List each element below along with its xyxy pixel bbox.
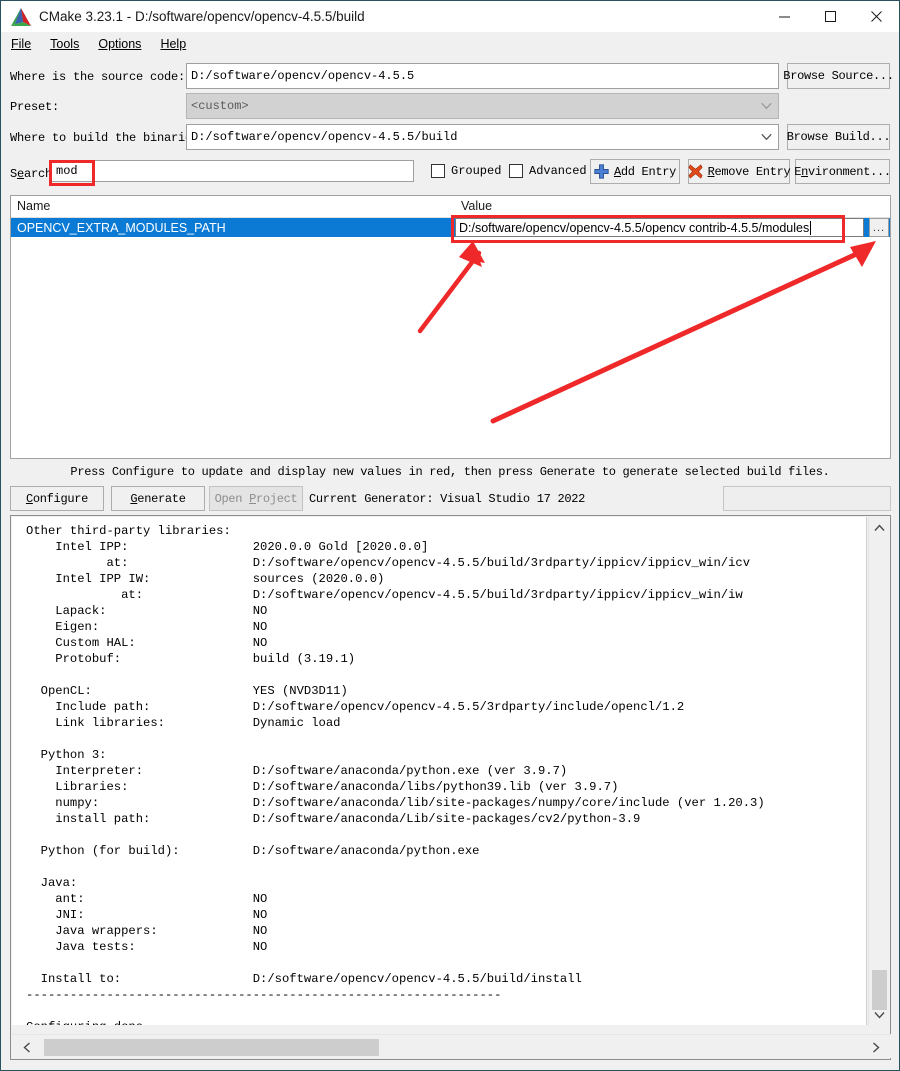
- menu-item-file[interactable]: File: [9, 35, 40, 53]
- browse-build-button[interactable]: Browse Build...: [786, 124, 891, 150]
- cache-entries-table: Name Value OPENCV_EXTRA_MODULES_PATH D:/…: [10, 195, 891, 459]
- browse-source-button[interactable]: Browse Source...: [783, 63, 894, 89]
- maximize-icon[interactable]: [807, 1, 853, 32]
- search-input[interactable]: mod: [49, 160, 414, 182]
- cache-entry-name[interactable]: OPENCV_EXTRA_MODULES_PATH: [11, 221, 455, 235]
- build-path-combo[interactable]: D:/software/opencv/opencv-4.5.5/build: [186, 124, 779, 150]
- menu-file-label: File: [11, 37, 32, 51]
- generate-label: Generate: [130, 491, 186, 506]
- menu-options-label: Options: [98, 37, 142, 51]
- menu-item-help[interactable]: Help: [158, 35, 195, 53]
- window-title: CMake 3.23.1 - D:/software/opencv/opencv…: [39, 9, 365, 24]
- build-label: Where to build the binaries:: [10, 131, 207, 145]
- remove-entry-label: Remove Entry: [707, 164, 791, 179]
- browse-value-button[interactable]: ...: [869, 218, 889, 237]
- grouped-label: Grouped: [451, 164, 502, 178]
- open-project-button[interactable]: Open Project: [209, 486, 303, 511]
- chevron-down-icon: [761, 133, 772, 141]
- add-entry-label: Add Entry: [613, 164, 677, 179]
- menu-item-options[interactable]: Options: [96, 35, 150, 53]
- menu-item-tools[interactable]: Tools: [48, 35, 88, 53]
- add-entry-button[interactable]: Add Entry: [590, 159, 680, 184]
- status-field: [723, 486, 891, 511]
- paths-form: Where is the source code: D:/software/op…: [1, 56, 899, 192]
- preset-combo[interactable]: <custom>: [186, 93, 779, 119]
- chevron-down-icon: [761, 102, 772, 110]
- build-path-value: D:/software/opencv/opencv-4.5.5/build: [191, 130, 458, 144]
- grouped-checkbox-box[interactable]: [431, 164, 445, 178]
- log-hscroll-thumb[interactable]: [44, 1039, 379, 1056]
- grouped-checkbox[interactable]: Grouped: [431, 160, 501, 182]
- search-label-rest: arch: [24, 167, 53, 181]
- plus-icon: [594, 164, 609, 179]
- column-header-value[interactable]: Value: [455, 196, 890, 217]
- cache-entry-value-cell: D:/software/opencv/opencv-4.5.5/opencv c…: [455, 218, 890, 237]
- search-label: Search: [10, 167, 53, 181]
- browse-build-label: Browse Build...: [786, 130, 891, 144]
- minimize-icon[interactable]: [761, 1, 807, 32]
- source-label: Where is the source code:: [10, 70, 186, 84]
- log-vscroll-thumb[interactable]: [872, 970, 887, 1010]
- advanced-label: Advanced: [529, 164, 587, 178]
- table-row[interactable]: OPENCV_EXTRA_MODULES_PATH D:/software/op…: [11, 218, 890, 237]
- generate-button[interactable]: Generate: [111, 486, 205, 511]
- cache-entry-value-text: D:/software/opencv/opencv-4.5.5/opencv c…: [459, 220, 810, 235]
- browse-source-label: Browse Source...: [783, 69, 894, 83]
- remove-entry-button[interactable]: Remove Entry: [688, 159, 791, 184]
- close-icon[interactable]: [853, 1, 899, 32]
- chevron-left-icon[interactable]: [14, 1035, 40, 1059]
- output-log-panel: Other third-party libraries: Intel IPP: …: [10, 515, 891, 1060]
- menu-tools-label: Tools: [50, 37, 80, 51]
- source-path-input[interactable]: D:/software/opencv/opencv-4.5.5: [186, 63, 779, 89]
- advanced-checkbox[interactable]: Advanced: [509, 160, 587, 182]
- cmake-logo-icon: [10, 7, 32, 27]
- window-controls: [761, 1, 899, 32]
- preset-label: Preset:: [10, 100, 60, 114]
- open-project-label: Open Project: [214, 491, 298, 506]
- title-bar: CMake 3.23.1 - D:/software/opencv/opencv…: [1, 1, 899, 32]
- environment-button[interactable]: Environment...: [794, 159, 891, 184]
- chevron-right-icon[interactable]: [863, 1035, 889, 1059]
- configure-button[interactable]: Configure: [10, 486, 104, 511]
- log-horizontal-scrollbar[interactable]: [12, 1034, 891, 1058]
- cmake-gui-window: CMake 3.23.1 - D:/software/opencv/opencv…: [0, 0, 900, 1071]
- menu-bar: File Tools Options Help: [1, 32, 899, 56]
- preset-value: <custom>: [191, 99, 249, 113]
- chevron-down-icon[interactable]: [869, 1006, 890, 1024]
- configure-hint: Press Configure to update and display ne…: [70, 465, 830, 479]
- red-x-icon: [688, 164, 703, 179]
- text-caret: [810, 220, 812, 235]
- advanced-checkbox-box[interactable]: [509, 164, 523, 178]
- environment-label: Environment...: [794, 164, 891, 179]
- current-generator-label: Current Generator: Visual Studio 17 2022: [309, 492, 586, 506]
- configure-label: Configure: [25, 491, 89, 506]
- chevron-up-icon[interactable]: [869, 519, 890, 537]
- output-log-text[interactable]: Other third-party libraries: Intel IPP: …: [12, 517, 867, 1025]
- column-header-name[interactable]: Name: [11, 196, 455, 217]
- cache-entry-value-input[interactable]: D:/software/opencv/opencv-4.5.5/opencv c…: [455, 218, 864, 237]
- table-header-row: Name Value: [11, 196, 890, 218]
- log-vertical-scrollbar[interactable]: [868, 517, 889, 1026]
- menu-help-label: Help: [160, 37, 187, 51]
